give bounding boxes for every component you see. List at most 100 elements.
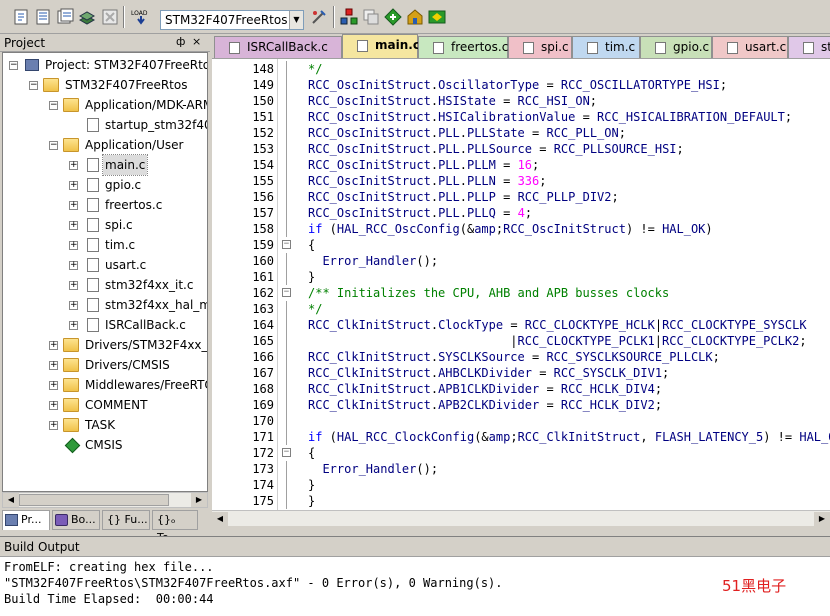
code-line[interactable]: 170 <box>212 413 830 429</box>
tab-tim[interactable]: tim.c <box>572 36 640 58</box>
tab-templates[interactable]: {}ₒ Te... <box>152 510 198 544</box>
download-icon[interactable]: LOAD <box>130 8 152 26</box>
code-line[interactable]: 169 RCC_ClkInitStruct.APB2CLKDivider = RC… <box>212 397 830 413</box>
expand-icon[interactable]: + <box>69 161 78 170</box>
scroll-left-icon[interactable]: ◀ <box>3 493 19 507</box>
tab-freertos[interactable]: freertos.c <box>418 36 508 58</box>
expand-icon[interactable]: + <box>69 321 78 330</box>
code-line[interactable]: 171 if (HAL_RCC_ClockConfig(&amp;RCC_ClkI… <box>212 429 830 445</box>
batch-build-icon[interactable] <box>78 8 96 26</box>
code-line[interactable]: 154 RCC_OscInitStruct.PLL.PLLM = 16; <box>212 157 830 173</box>
tab-project[interactable]: Pr... <box>2 510 50 530</box>
code-line[interactable]: 168 RCC_ClkInitStruct.APB1CLKDivider = RC… <box>212 381 830 397</box>
chevron-down-icon[interactable]: ▼ <box>289 11 303 29</box>
expand-icon[interactable]: + <box>69 241 78 250</box>
target-options-icon[interactable] <box>310 8 328 26</box>
code-line[interactable]: 149 RCC_OscInitStruct.OscillatorType = RC… <box>212 77 830 93</box>
run-time-environment-icon[interactable] <box>428 8 446 26</box>
build-output-line: FromELF: creating hex file... <box>4 560 214 574</box>
rebuild-icon[interactable] <box>56 8 74 26</box>
expand-icon[interactable]: + <box>69 201 78 210</box>
tab-spi[interactable]: spi.c <box>508 36 572 58</box>
fold-guide-line <box>286 141 287 157</box>
fold-toggle-icon[interactable]: − <box>282 288 291 297</box>
tab-books[interactable]: Bo... <box>52 510 100 530</box>
collapse-icon[interactable]: − <box>49 141 58 150</box>
tree-item-label: gpio.c <box>105 178 142 192</box>
fold-toggle-icon[interactable]: − <box>282 240 291 249</box>
expand-icon[interactable]: + <box>49 361 58 370</box>
expand-icon[interactable]: + <box>49 421 58 430</box>
expand-icon[interactable]: + <box>69 221 78 230</box>
scroll-right-icon[interactable]: ▶ <box>814 512 830 526</box>
code-line[interactable]: 167 RCC_ClkInitStruct.AHBCLKDivider = RCC… <box>212 365 830 381</box>
collapse-icon[interactable]: − <box>9 61 18 70</box>
code-line[interactable]: 157 RCC_OscInitStruct.PLL.PLLQ = 4; <box>212 205 830 221</box>
code-line[interactable]: 173 Error_Handler(); <box>212 461 830 477</box>
scroll-left-icon[interactable]: ◀ <box>212 512 228 526</box>
build-output-pane[interactable]: FromELF: creating hex file... "STM32F407… <box>0 556 830 616</box>
file-icon <box>655 42 666 54</box>
close-icon[interactable]: × <box>192 35 201 48</box>
tab-usart[interactable]: usart.c <box>712 36 788 58</box>
collapse-icon[interactable]: − <box>29 81 38 90</box>
code-line[interactable]: 155 RCC_OscInitStruct.PLL.PLLN = 336; <box>212 173 830 189</box>
code-line[interactable]: 165 |RCC_CLOCKTYPE_PCLK1|RCC_CLOCKTYPE_P… <box>212 333 830 349</box>
expand-icon[interactable]: + <box>69 261 78 270</box>
stop-build-icon[interactable] <box>101 8 119 26</box>
code-line[interactable]: 162− /** Initializes the CPU, AHB and APB… <box>212 285 830 301</box>
pin-icon[interactable]: ф <box>176 35 185 48</box>
scrollbar-thumb[interactable] <box>19 494 169 506</box>
tab-functions[interactable]: {} Fu... <box>102 510 150 530</box>
code-line[interactable]: 158 if (HAL_RCC_OscConfig(&amp;RCC_OscIni… <box>212 221 830 237</box>
code-line[interactable]: 156 RCC_OscInitStruct.PLL.PLLP = RCC_PLLP… <box>212 189 830 205</box>
file-icon <box>87 238 99 252</box>
translate-icon[interactable] <box>12 8 30 26</box>
tab-gpio[interactable]: gpio.c <box>640 36 712 58</box>
code-line[interactable]: 163 */ <box>212 301 830 317</box>
code-line[interactable]: 175} <box>212 493 830 509</box>
select-packs-icon[interactable] <box>384 8 402 26</box>
folder-icon <box>63 338 79 352</box>
expand-icon[interactable]: + <box>69 181 78 190</box>
code-line[interactable]: 161} <box>212 269 830 285</box>
pack-installer-icon[interactable] <box>406 8 424 26</box>
code-line[interactable]: 159− { <box>212 237 830 253</box>
tree-item-label: stm32f4xx_hal_msp.c <box>105 298 207 312</box>
fold-toggle-icon[interactable]: − <box>282 448 291 457</box>
tab-st[interactable]: st <box>788 36 830 58</box>
file-extensions-icon[interactable] <box>362 8 380 26</box>
expand-icon[interactable]: + <box>49 341 58 350</box>
manage-components-icon[interactable] <box>340 8 358 26</box>
expand-icon[interactable]: + <box>49 401 58 410</box>
tab-isrcallback[interactable]: ISRCallBack.c <box>214 36 342 58</box>
code-line[interactable]: 151 RCC_OscInitStruct.HSICalibrationValue… <box>212 109 830 125</box>
code-line[interactable]: 172− { <box>212 445 830 461</box>
tree-item-label: Application/User <box>85 138 184 152</box>
expand-icon[interactable]: + <box>69 301 78 310</box>
target-select[interactable]: STM32F407FreeRtos ▼ <box>160 10 304 30</box>
code-line[interactable]: 148 */ <box>212 61 830 77</box>
code-line[interactable]: 174} <box>212 477 830 493</box>
code-text: RCC_OscInitStruct.OscillatorType = RCC_O… <box>308 78 728 92</box>
line-number: 150 <box>252 94 274 108</box>
line-number: 157 <box>252 206 274 220</box>
scroll-right-icon[interactable]: ▶ <box>191 493 207 507</box>
code-line[interactable]: 152 RCC_OscInitStruct.PLL.PLLState = RCC_… <box>212 125 830 141</box>
code-text: RCC_OscInitStruct.PLL.PLLSource = RCC_PL… <box>308 142 684 156</box>
line-number: 161 <box>252 270 274 284</box>
expand-icon[interactable]: + <box>49 381 58 390</box>
tree-item-label: stm32f4xx_it.c <box>105 278 194 292</box>
tab-main[interactable]: main.c <box>342 34 420 58</box>
expand-icon[interactable]: + <box>69 281 78 290</box>
build-icon[interactable] <box>34 8 52 26</box>
code-line[interactable]: 150 RCC_OscInitStruct.HSIState = RCC_HSI_… <box>212 93 830 109</box>
editor-horizontal-scrollbar[interactable]: ◀ ▶ <box>212 510 830 526</box>
code-line[interactable]: 164 RCC_ClkInitStruct.ClockType = RCC_CLO… <box>212 317 830 333</box>
code-line[interactable]: 166 RCC_ClkInitStruct.SYSCLKSource = RCC_… <box>212 349 830 365</box>
code-line[interactable]: 153 RCC_OscInitStruct.PLL.PLLSource = RCC… <box>212 141 830 157</box>
collapse-icon[interactable]: − <box>49 101 58 110</box>
project-horizontal-scrollbar[interactable]: ◀ ▶ <box>2 492 208 508</box>
code-editor[interactable]: 148 */ 149 RCC_OscInitStruct.OscillatorType… <box>212 58 830 510</box>
code-line[interactable]: 160 Error_Handler(); <box>212 253 830 269</box>
